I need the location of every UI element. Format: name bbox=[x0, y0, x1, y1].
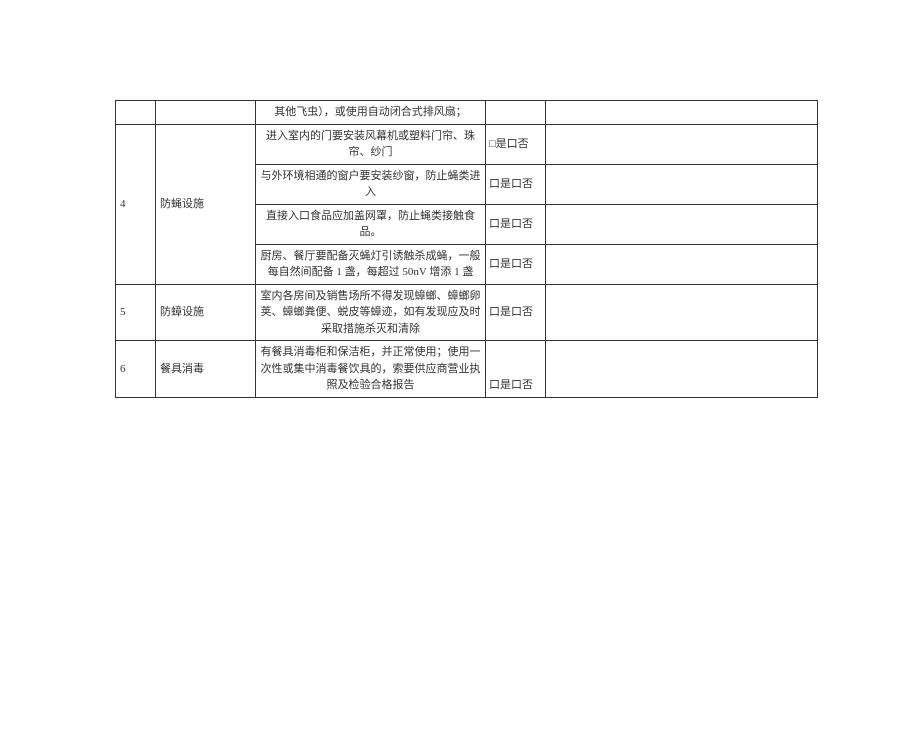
cell-empty bbox=[546, 101, 818, 125]
cell-remark bbox=[546, 124, 818, 164]
cell-category: 餐具消毒 bbox=[156, 341, 256, 398]
cell-desc: 进入室内的门要安装风幕机或塑料门帘、珠帘、纱门 bbox=[256, 124, 486, 164]
cell-category: 防蟑设施 bbox=[156, 284, 256, 341]
cell-num: 5 bbox=[116, 284, 156, 341]
table-row: 6 餐具消毒 有餐具消毒柜和保洁柜，并正常使用；使用一次性或集中消毒餐饮具的，索… bbox=[116, 341, 818, 398]
cell-desc: 与外环境相通的窗户要安装纱窗，防止蝇类进入 bbox=[256, 164, 486, 204]
cell-remark bbox=[546, 164, 818, 204]
cell-check: 口是口否 bbox=[486, 244, 546, 284]
cell-remark bbox=[546, 204, 818, 244]
cell-check: 口是口否 bbox=[486, 164, 546, 204]
cell-remark bbox=[546, 284, 818, 341]
cell-check: 口是口否 bbox=[486, 284, 546, 341]
cell-check: □是口否 bbox=[486, 124, 546, 164]
cell-desc: 有餐具消毒柜和保洁柜，并正常使用；使用一次性或集中消毒餐饮具的，索要供应商营业执… bbox=[256, 341, 486, 398]
inspection-table: 其他飞虫），或使用自动闭合式排风扇； 4 防蝇设施 进入室内的门要安装风幕机或塑… bbox=[115, 100, 818, 398]
cell-num: 4 bbox=[116, 124, 156, 284]
cell-empty bbox=[116, 101, 156, 125]
table-row: 其他飞虫），或使用自动闭合式排风扇； bbox=[116, 101, 818, 125]
cell-remark bbox=[546, 244, 818, 284]
table-row: 4 防蝇设施 进入室内的门要安装风幕机或塑料门帘、珠帘、纱门 □是口否 bbox=[116, 124, 818, 164]
cell-empty bbox=[156, 101, 256, 125]
cell-desc: 厨房、餐厅要配备灭蝇灯引诱触杀成蝇，一般每自然间配备 1 盏，每超过 50nV … bbox=[256, 244, 486, 284]
cell-num: 6 bbox=[116, 341, 156, 398]
cell-desc: 室内各房间及销售场所不得发现蟑螂、蟑螂卵荚、蟑螂粪便、蜕皮等蟑迹，如有发现应及时… bbox=[256, 284, 486, 341]
cell-desc: 直接入口食品应加盖网罩，防止蝇类接触食品。 bbox=[256, 204, 486, 244]
cell-empty bbox=[486, 101, 546, 125]
cell-category: 防蝇设施 bbox=[156, 124, 256, 284]
cell-desc: 其他飞虫），或使用自动闭合式排风扇； bbox=[256, 101, 486, 125]
cell-remark bbox=[546, 341, 818, 398]
cell-check: 口是口否 bbox=[486, 204, 546, 244]
table-row: 5 防蟑设施 室内各房间及销售场所不得发现蟑螂、蟑螂卵荚、蟑螂粪便、蜕皮等蟑迹，… bbox=[116, 284, 818, 341]
cell-check: 口是口否 bbox=[486, 341, 546, 398]
document-table-wrapper: 其他飞虫），或使用自动闭合式排风扇； 4 防蝇设施 进入室内的门要安装风幕机或塑… bbox=[115, 100, 818, 398]
